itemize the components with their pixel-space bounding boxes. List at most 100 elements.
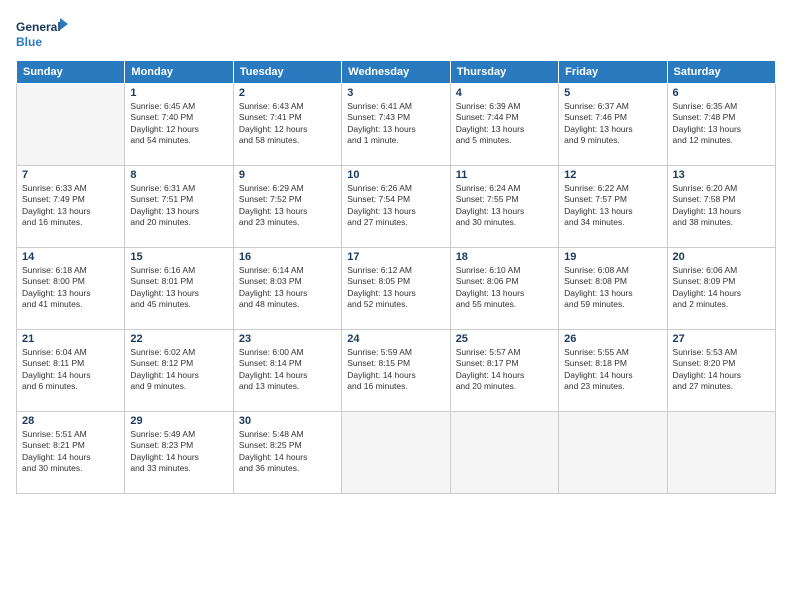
day-info: Sunrise: 6:39 AM Sunset: 7:44 PM Dayligh… [456,101,553,147]
calendar-cell: 7Sunrise: 6:33 AM Sunset: 7:49 PM Daylig… [17,166,125,248]
calendar-cell: 20 Sunrise: 6:06 AM Sunset: 8:09 PM Dayli… [667,248,775,330]
weekday-wednesday: Wednesday [342,61,450,84]
day-info: Sunrise: 6:02 AM Sunset: 8:12 PM Dayligh… [130,347,227,393]
calendar-cell: 23 Sunrise: 6:00 AM Sunset: 8:14 PM Dayli… [233,330,341,412]
calendar-cell: 3 Sunrise: 6:41 AM Sunset: 7:43 PM Daylig… [342,84,450,166]
calendar-cell: 18Sunrise: 6:10 AM Sunset: 8:06 PM Dayli… [450,248,558,330]
day-info: Sunrise: 6:12 AM Sunset: 8:05 PM Dayligh… [347,265,444,311]
day-number: 18 [456,251,553,263]
week-row-4: 21 Sunrise: 6:04 AM Sunset: 8:11 PM Dayli… [17,330,776,412]
day-number: 17 [347,251,444,263]
day-number: 23 [239,333,336,345]
day-number: 14 [22,251,119,263]
calendar-cell [342,412,450,494]
logo: General Blue [16,16,76,52]
day-info: Sunrise: 5:57 AM Sunset: 8:17 PM Dayligh… [456,347,553,393]
week-row-3: 14 Sunrise: 6:18 AM Sunset: 8:00 PM Dayli… [17,248,776,330]
calendar-cell: 19 Sunrise: 6:08 AM Sunset: 8:08 PM Dayli… [559,248,667,330]
weekday-sunday: Sunday [17,61,125,84]
day-number: 24 [347,333,444,345]
calendar-cell: 10Sunrise: 6:26 AM Sunset: 7:54 PM Dayli… [342,166,450,248]
calendar-cell: 25 Sunrise: 5:57 AM Sunset: 8:17 PM Dayli… [450,330,558,412]
calendar-cell: 2 Sunrise: 6:43 AM Sunset: 7:41 PM Daylig… [233,84,341,166]
day-info: Sunrise: 6:41 AM Sunset: 7:43 PM Dayligh… [347,101,444,147]
calendar-cell: 24 Sunrise: 5:59 AM Sunset: 8:15 PM Dayli… [342,330,450,412]
day-number: 22 [130,333,227,345]
day-info: Sunrise: 6:45 AM Sunset: 7:40 PM Dayligh… [130,101,227,147]
page: General Blue SundayMondayTuesdayWednesda… [0,0,792,612]
calendar-table: SundayMondayTuesdayWednesdayThursdayFrid… [16,60,776,494]
day-number: 27 [673,333,770,345]
day-number: 26 [564,333,661,345]
day-number: 10 [347,169,444,181]
day-info: Sunrise: 5:55 AM Sunset: 8:18 PM Dayligh… [564,347,661,393]
calendar-cell: 16Sunrise: 6:14 AM Sunset: 8:03 PM Dayli… [233,248,341,330]
weekday-header-row: SundayMondayTuesdayWednesdayThursdayFrid… [17,61,776,84]
calendar-cell: 1 Sunrise: 6:45 AM Sunset: 7:40 PM Daylig… [125,84,233,166]
calendar-cell: 28Sunrise: 5:51 AM Sunset: 8:21 PM Dayli… [17,412,125,494]
calendar-cell: 17 Sunrise: 6:12 AM Sunset: 8:05 PM Dayli… [342,248,450,330]
day-info: Sunrise: 6:29 AM Sunset: 7:52 PM Dayligh… [239,183,336,229]
day-number: 28 [22,415,119,427]
day-number: 25 [456,333,553,345]
calendar-cell: 22 Sunrise: 6:02 AM Sunset: 8:12 PM Dayli… [125,330,233,412]
day-info: Sunrise: 6:37 AM Sunset: 7:46 PM Dayligh… [564,101,661,147]
day-info: Sunrise: 6:06 AM Sunset: 8:09 PM Dayligh… [673,265,770,311]
calendar-cell: 4 Sunrise: 6:39 AM Sunset: 7:44 PM Daylig… [450,84,558,166]
day-info: Sunrise: 6:33 AM Sunset: 7:49 PM Dayligh… [22,183,119,229]
calendar-cell [450,412,558,494]
calendar-cell: 9 Sunrise: 6:29 AM Sunset: 7:52 PM Daylig… [233,166,341,248]
day-number: 5 [564,87,661,99]
day-info: Sunrise: 6:14 AM Sunset: 8:03 PM Dayligh… [239,265,336,311]
calendar-cell: 11Sunrise: 6:24 AM Sunset: 7:55 PM Dayli… [450,166,558,248]
day-number: 4 [456,87,553,99]
calendar-cell: 12 Sunrise: 6:22 AM Sunset: 7:57 PM Dayli… [559,166,667,248]
day-number: 21 [22,333,119,345]
day-info: Sunrise: 5:59 AM Sunset: 8:15 PM Dayligh… [347,347,444,393]
calendar-cell [17,84,125,166]
weekday-thursday: Thursday [450,61,558,84]
day-number: 2 [239,87,336,99]
day-info: Sunrise: 6:16 AM Sunset: 8:01 PM Dayligh… [130,265,227,311]
weekday-saturday: Saturday [667,61,775,84]
day-number: 13 [673,169,770,181]
day-info: Sunrise: 6:31 AM Sunset: 7:51 PM Dayligh… [130,183,227,229]
calendar-cell: 29 Sunrise: 5:49 AM Sunset: 8:23 PM Dayli… [125,412,233,494]
day-info: Sunrise: 6:43 AM Sunset: 7:41 PM Dayligh… [239,101,336,147]
calendar-cell [667,412,775,494]
svg-text:General: General [16,20,61,34]
calendar-cell: 30 Sunrise: 5:48 AM Sunset: 8:25 PM Dayli… [233,412,341,494]
day-number: 6 [673,87,770,99]
calendar-cell: 13 Sunrise: 6:20 AM Sunset: 7:58 PM Dayli… [667,166,775,248]
calendar-cell: 14 Sunrise: 6:18 AM Sunset: 8:00 PM Dayli… [17,248,125,330]
day-number: 12 [564,169,661,181]
weekday-tuesday: Tuesday [233,61,341,84]
day-info: Sunrise: 6:08 AM Sunset: 8:08 PM Dayligh… [564,265,661,311]
week-row-1: 1 Sunrise: 6:45 AM Sunset: 7:40 PM Daylig… [17,84,776,166]
day-info: Sunrise: 5:48 AM Sunset: 8:25 PM Dayligh… [239,429,336,475]
day-info: Sunrise: 6:00 AM Sunset: 8:14 PM Dayligh… [239,347,336,393]
day-number: 15 [130,251,227,263]
weekday-monday: Monday [125,61,233,84]
day-info: Sunrise: 5:53 AM Sunset: 8:20 PM Dayligh… [673,347,770,393]
day-info: Sunrise: 6:18 AM Sunset: 8:00 PM Dayligh… [22,265,119,311]
calendar-cell: 21 Sunrise: 6:04 AM Sunset: 8:11 PM Dayli… [17,330,125,412]
day-number: 8 [130,169,227,181]
day-number: 20 [673,251,770,263]
calendar-cell: 5 Sunrise: 6:37 AM Sunset: 7:46 PM Daylig… [559,84,667,166]
day-number: 29 [130,415,227,427]
logo-svg: General Blue [16,16,76,52]
day-info: Sunrise: 6:04 AM Sunset: 8:11 PM Dayligh… [22,347,119,393]
day-number: 30 [239,415,336,427]
day-number: 9 [239,169,336,181]
day-info: Sunrise: 6:24 AM Sunset: 7:55 PM Dayligh… [456,183,553,229]
day-number: 1 [130,87,227,99]
weekday-friday: Friday [559,61,667,84]
day-number: 3 [347,87,444,99]
day-info: Sunrise: 6:22 AM Sunset: 7:57 PM Dayligh… [564,183,661,229]
day-info: Sunrise: 5:49 AM Sunset: 8:23 PM Dayligh… [130,429,227,475]
calendar-cell: 26 Sunrise: 5:55 AM Sunset: 8:18 PM Dayli… [559,330,667,412]
day-number: 19 [564,251,661,263]
day-info: Sunrise: 6:20 AM Sunset: 7:58 PM Dayligh… [673,183,770,229]
header: General Blue [16,16,776,52]
